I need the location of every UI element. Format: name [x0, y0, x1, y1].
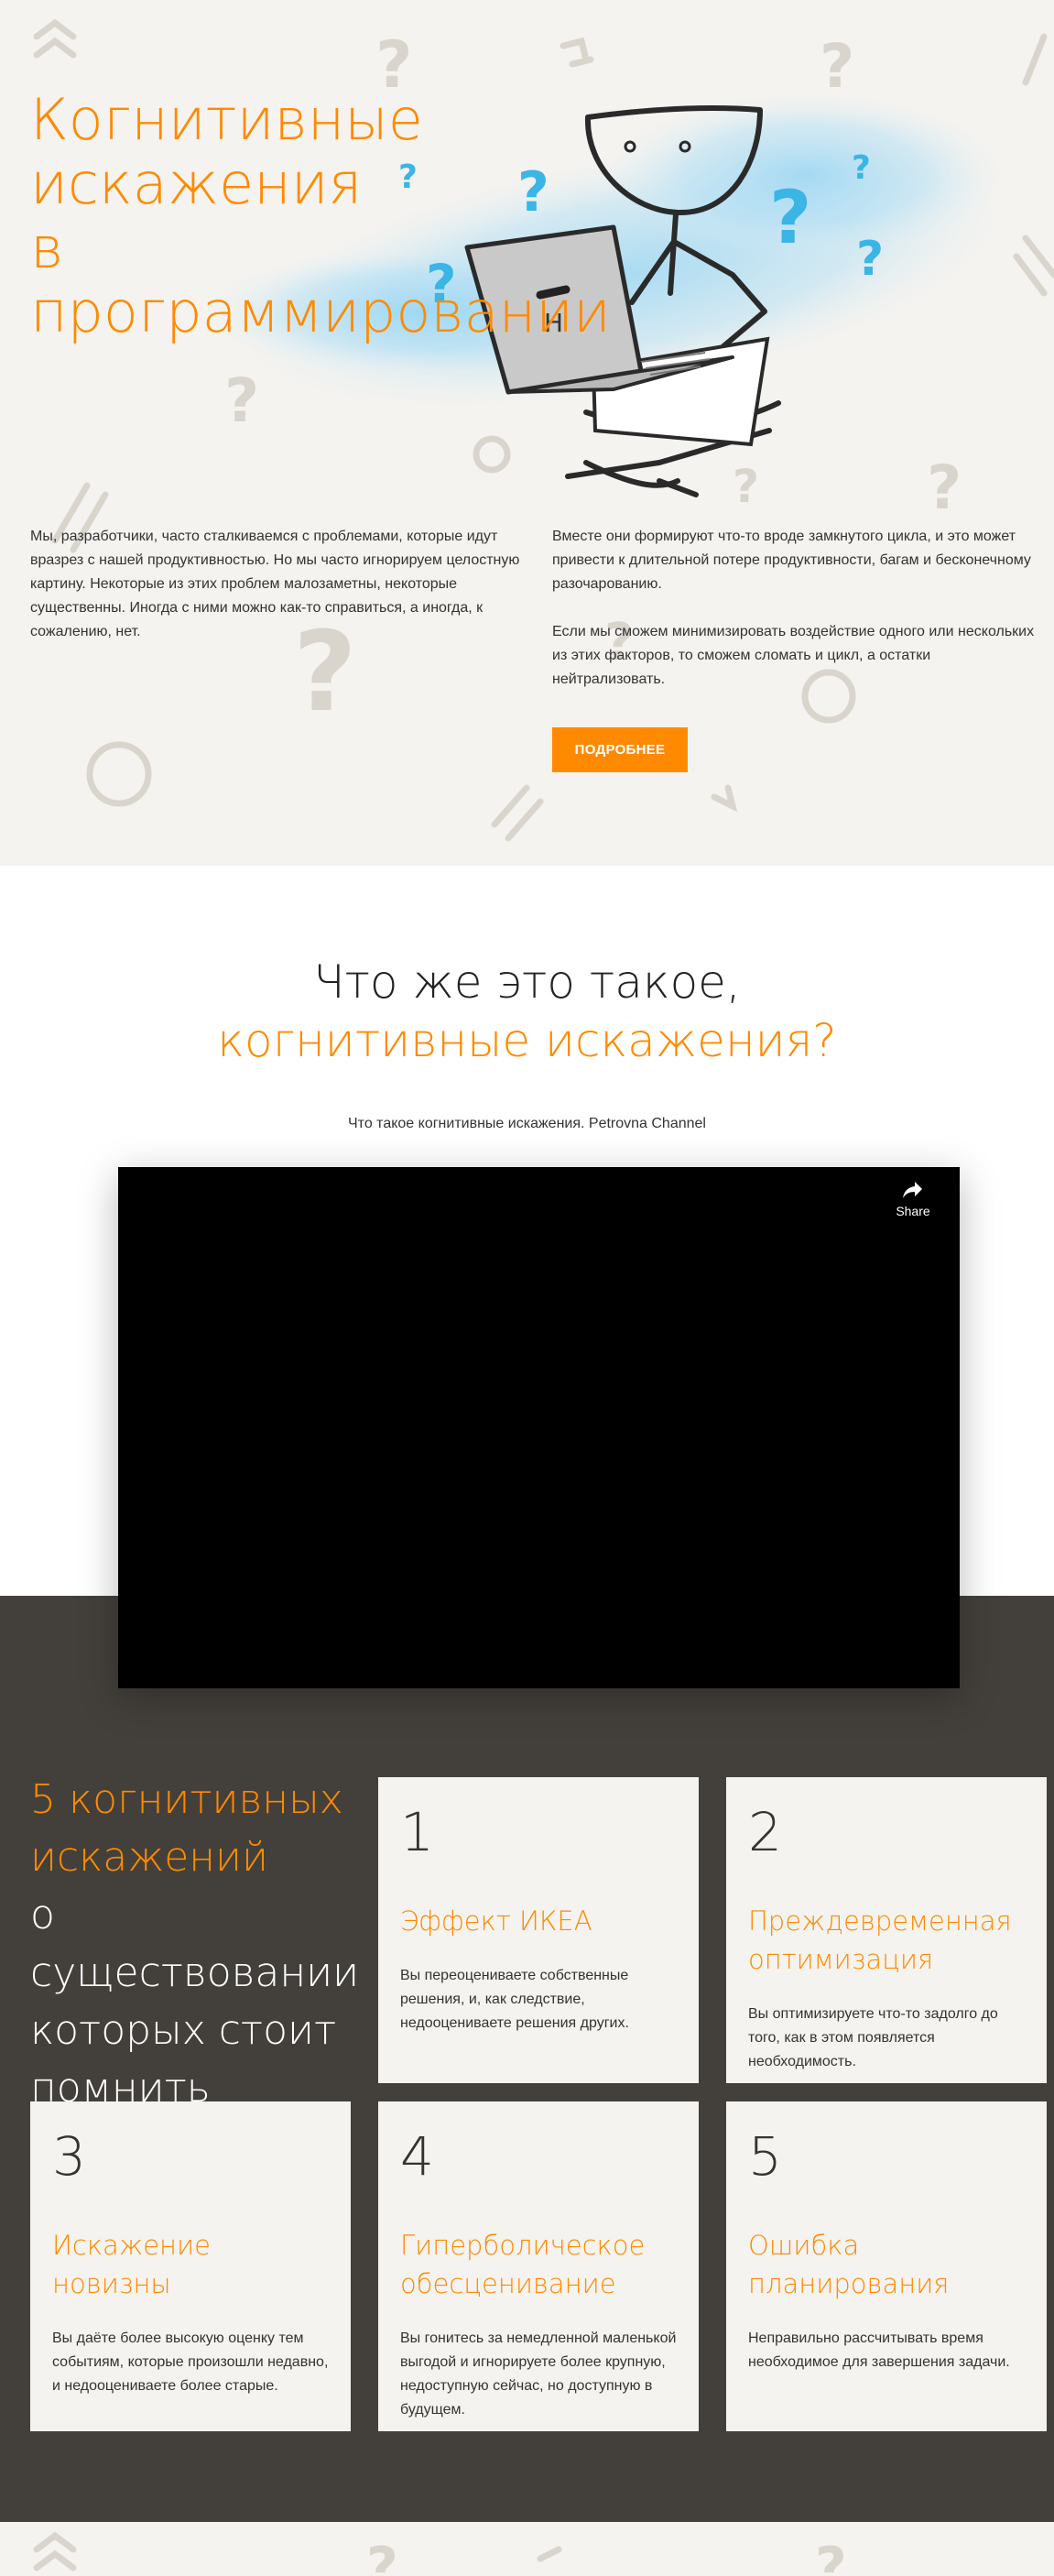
page-title: Когнитивные искажения в программировании [30, 86, 611, 345]
card-text: Вы гонитесь за немедленной маленькой выг… [400, 2330, 677, 2418]
bias-card-3: 3 Искажение новизны Вы даёте более высок… [30, 2101, 351, 2431]
card-text: Вы оптимизируете что-то задолго до того,… [748, 2006, 998, 2069]
video-section-title: Что же это такое, когнитивные искажения? [0, 953, 1054, 1070]
card-title: Искажение новизны [52, 2230, 211, 2299]
bias-card-1: 1 Эффект ИКЕА Вы переоцениваете собствен… [378, 1777, 699, 2083]
card-text: Вы даёте более высокую оценку тем событи… [52, 2330, 329, 2394]
biases-heading: 5 когнитивных искажений о существовании … [30, 1771, 369, 2117]
svg-text:?: ? [733, 460, 759, 513]
intro-paragraph-right-1: Вместе они формируют что-то вроде замкну… [552, 529, 1031, 592]
card-number: 3 [52, 2125, 86, 2188]
card-title: Эффект ИКЕА [400, 1905, 592, 1937]
video-player[interactable]: Share [118, 1167, 960, 1688]
card-number: 2 [748, 1801, 782, 1863]
bias-card-2: 2 Преждевременная оптимизация Вы оптимиз… [726, 1777, 1047, 2083]
title-line-3: в программировании [30, 214, 611, 345]
card-title: Гиперболическое обесценивание [400, 2230, 646, 2299]
share-button[interactable]: Share [890, 1180, 936, 1218]
svg-text:?: ? [815, 2536, 847, 2576]
card-number: 1 [400, 1801, 434, 1863]
bias-card-4: 4 Гиперболическое обесценивание Вы гонит… [378, 2101, 699, 2431]
intro-paragraph-left: Мы, разработчики, часто сталкиваемся с п… [30, 529, 520, 639]
svg-text:?: ? [852, 149, 871, 187]
heading-orange-line-2: искажений [30, 1834, 269, 1881]
video-title-line-1: Что же это такое, [313, 955, 741, 1009]
title-line-2: искажения [30, 150, 363, 217]
hero-section: ? ? ? ? ? ? ? ? ? ? ? ? ? H Когнитивные … [0, 0, 1054, 866]
card-text: Неправильно рассчитывать время необходим… [748, 2330, 1010, 2370]
next-section-start: ? ? [0, 2522, 1054, 2576]
svg-text:?: ? [856, 232, 884, 287]
card-text: Вы переоцениваете собственные решения, и… [400, 1968, 629, 2031]
title-line-1: Когнитивные [30, 86, 423, 153]
heading-orange-line-1: 5 когнитивных [30, 1776, 343, 1823]
svg-text:?: ? [927, 453, 962, 523]
intro-paragraph-right-2: Если мы сможем минимизировать воздействи… [552, 624, 1035, 687]
card-title: Ошибка планирования [748, 2230, 950, 2299]
svg-text:?: ? [820, 31, 854, 102]
svg-text:?: ? [366, 2536, 398, 2576]
footer-doodles: ? ? [33, 2531, 847, 2576]
svg-text:?: ? [769, 175, 811, 260]
share-icon [903, 1182, 922, 1198]
video-title-line-2: когнитивные искажения? [217, 1014, 837, 1067]
heading-white-line-1: о существовании [30, 1892, 360, 1996]
bias-card-5: 5 Ошибка планирования Неправильно рассчи… [726, 2101, 1047, 2431]
card-title: Преждевременная оптимизация [748, 1905, 1012, 1975]
svg-text:?: ? [224, 366, 259, 436]
video-caption: Что такое когнитивные искажения. Petrovn… [348, 1116, 706, 1131]
heading-white-line-2: которых стоит [30, 2007, 337, 2054]
more-button[interactable]: ПОДРОБНЕЕ [552, 727, 688, 772]
share-label: Share [896, 1204, 930, 1218]
card-number: 5 [748, 2125, 782, 2188]
card-number: 4 [400, 2125, 434, 2188]
